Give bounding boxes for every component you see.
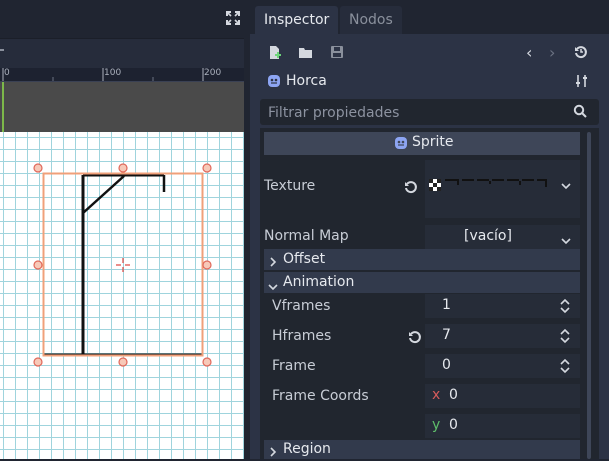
selection-rectangle[interactable] — [42, 172, 204, 357]
frame-coords-y-field[interactable]: y 0 — [425, 414, 580, 438]
tab-inspector[interactable]: Inspector — [255, 6, 339, 34]
frame-coords-y-axis: y — [432, 417, 441, 433]
hframes-value: 7 — [442, 327, 451, 343]
section-animation-label: Animation — [283, 274, 355, 290]
handle-bottom-left[interactable] — [33, 357, 43, 367]
node-name: Horca — [286, 73, 327, 89]
save-icon[interactable] — [330, 45, 344, 63]
handle-mid-right[interactable] — [202, 260, 212, 270]
section-animation[interactable]: Animation — [264, 272, 580, 293]
node-header: Horca — [258, 68, 603, 96]
viewport-canvas[interactable] — [0, 132, 244, 459]
class-header-sprite: Sprite — [264, 132, 580, 155]
sprite-node-icon — [267, 74, 281, 92]
spin-arrows-icon[interactable] — [559, 328, 571, 348]
vframes-value: 1 — [442, 297, 451, 313]
fullscreen-icon[interactable] — [226, 11, 240, 29]
hframes-spinbox[interactable]: 7 — [425, 324, 580, 348]
search-icon[interactable] — [573, 104, 587, 122]
section-region-label: Region — [283, 441, 331, 457]
handle-top-right[interactable] — [202, 163, 212, 173]
horizontal-ruler: 0 100 200 — [0, 68, 244, 82]
sprite-class-icon — [394, 136, 408, 154]
handle-top-left[interactable] — [33, 163, 43, 173]
frame-coords-x-field[interactable]: x 0 — [425, 384, 580, 408]
hframes-label: Hframes — [272, 328, 332, 344]
frame-value: 0 — [442, 357, 451, 373]
chevron-down-icon — [268, 279, 278, 295]
filter-properties-field[interactable] — [260, 99, 599, 125]
revert-icon[interactable] — [408, 330, 422, 348]
section-offset-label: Offset — [283, 251, 326, 267]
history-forward-icon[interactable]: › — [549, 43, 555, 62]
frame-coords-y-value: 0 — [449, 417, 458, 433]
tune-icon[interactable] — [575, 74, 589, 92]
texture-preview — [429, 179, 547, 191]
sprite-gallows — [43, 173, 202, 357]
history-icon[interactable] — [574, 45, 588, 63]
revert-icon[interactable] — [404, 180, 418, 198]
frame-coords-x-value: 0 — [449, 387, 458, 403]
chevron-down-icon[interactable] — [561, 233, 571, 249]
viewport-toolbar — [0, 38, 244, 68]
y-axis-line — [2, 82, 4, 132]
history-back-icon[interactable]: ‹ — [526, 43, 532, 62]
handle-bottom-center[interactable] — [118, 357, 128, 367]
frame-spinbox[interactable]: 0 — [425, 354, 580, 378]
class-header-label: Sprite — [412, 134, 454, 150]
section-region[interactable]: Region — [264, 440, 580, 459]
vframes-label: Vframes — [272, 298, 331, 314]
spin-arrows-icon[interactable] — [559, 358, 571, 378]
frame-coords-x-axis: x — [432, 387, 441, 403]
scrollbar-thumb[interactable] — [587, 132, 591, 459]
frame-coords-label: Frame Coords — [272, 388, 369, 404]
pivot-crosshair-icon — [116, 258, 130, 272]
handle-bottom-right[interactable] — [202, 357, 212, 367]
vframes-spinbox[interactable]: 1 — [425, 294, 580, 318]
inspector-toolbar: ‹ › — [258, 38, 603, 68]
section-offset[interactable]: Offset — [264, 249, 580, 270]
handle-mid-left[interactable] — [33, 260, 43, 270]
viewport-background — [0, 82, 244, 132]
filter-properties-input[interactable] — [266, 102, 570, 124]
handle-top-center[interactable] — [118, 163, 128, 173]
open-folder-icon[interactable] — [298, 46, 313, 63]
texture-label: Texture — [264, 178, 316, 194]
spin-arrows-icon[interactable] — [559, 298, 571, 318]
toolbar-edge-icon — [0, 49, 4, 51]
tab-nodos[interactable]: Nodos — [340, 6, 402, 34]
normal-map-field[interactable]: [vacío] — [425, 225, 580, 249]
chevron-down-icon[interactable] — [561, 178, 571, 194]
normal-map-label: Normal Map — [264, 228, 349, 244]
new-resource-icon[interactable] — [268, 45, 282, 64]
chevron-right-icon — [269, 255, 277, 271]
texture-field[interactable] — [425, 160, 580, 218]
normal-map-value: [vacío] — [464, 228, 512, 244]
viewport-top-bar — [0, 0, 250, 38]
frame-label: Frame — [272, 358, 316, 374]
